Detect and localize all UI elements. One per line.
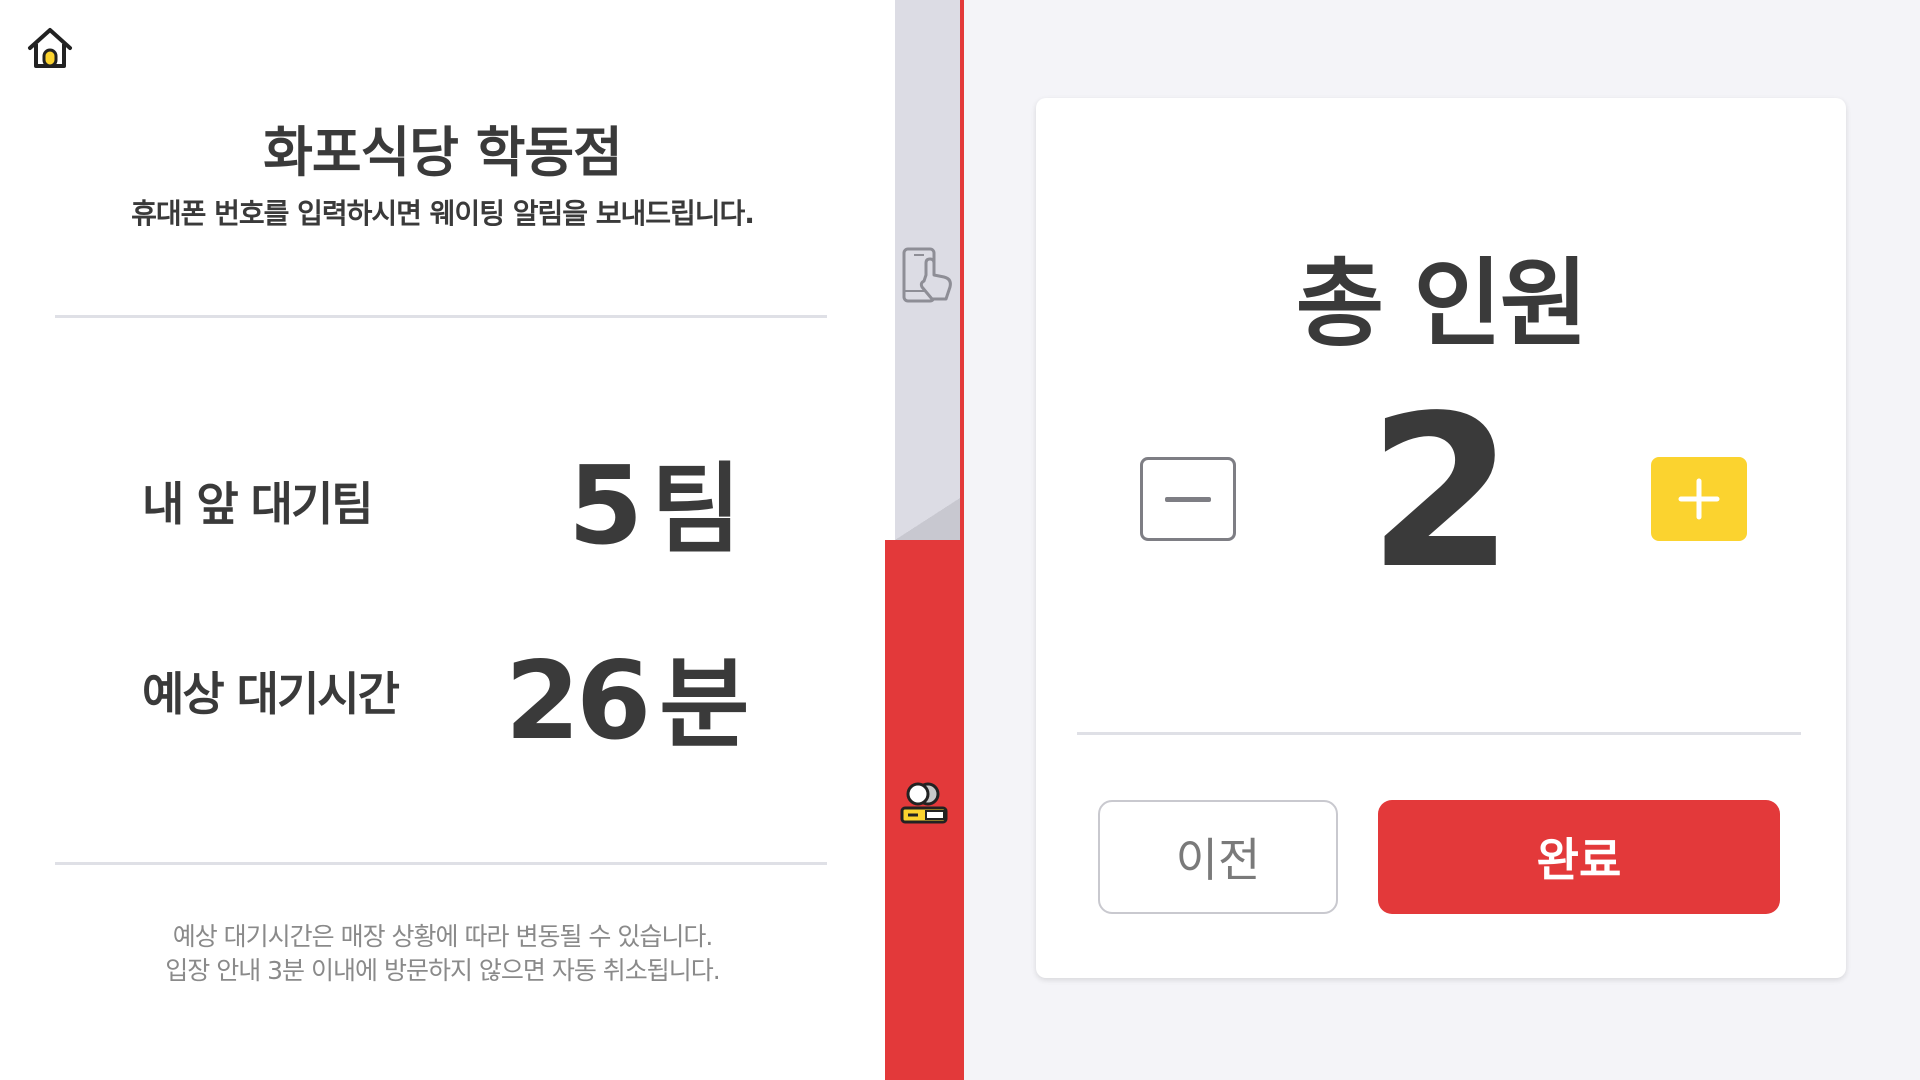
divider-bottom <box>55 862 827 865</box>
phone-touch-icon <box>900 245 958 307</box>
wait-time-number: 26 <box>505 639 651 764</box>
plus-icon <box>1678 478 1720 520</box>
users-icon <box>898 780 950 832</box>
wait-time-value: 26 분 <box>505 625 749 767</box>
store-name: 화포식당 학동점 <box>263 121 623 184</box>
store-subtitle: 휴대폰 번호를 입력하시면 웨이팅 알림을 보내드립니다. <box>131 197 755 230</box>
increase-button[interactable] <box>1651 457 1747 541</box>
step-strip-wedge <box>895 498 960 540</box>
teams-ahead-number: 5 <box>568 444 643 569</box>
waiting-info-panel: 화포식당 학동점 휴대폰 번호를 입력하시면 웨이팅 알림을 보내드립니다. 내… <box>0 0 895 1080</box>
party-title: 총 인원 <box>1295 248 1588 360</box>
card-divider <box>1077 732 1801 735</box>
wait-time-label: 예상 대기시간 <box>142 667 400 721</box>
notice-line-2: 입장 안내 3분 이내에 방문하지 않으면 자동 취소됩니다. <box>165 956 720 985</box>
party-size-card: 총 인원 2 이전 완료 <box>1036 98 1846 978</box>
divider-top <box>55 315 827 318</box>
notice-line-1: 예상 대기시간은 매장 상황에 따라 변동될 수 있습니다. <box>172 922 714 951</box>
wait-time-unit: 분 <box>659 648 749 762</box>
home-icon <box>28 27 72 68</box>
decrease-button[interactable] <box>1140 457 1236 541</box>
minus-icon <box>1165 496 1211 502</box>
prev-button[interactable]: 이전 <box>1098 800 1338 914</box>
home-button[interactable] <box>20 20 80 75</box>
party-count: 2 <box>1367 370 1515 615</box>
teams-ahead-unit: 팀 <box>651 453 741 567</box>
teams-ahead-label: 내 앞 대기팀 <box>142 477 374 531</box>
teams-ahead-value: 5 팀 <box>568 430 741 572</box>
done-button[interactable]: 완료 <box>1378 800 1780 914</box>
